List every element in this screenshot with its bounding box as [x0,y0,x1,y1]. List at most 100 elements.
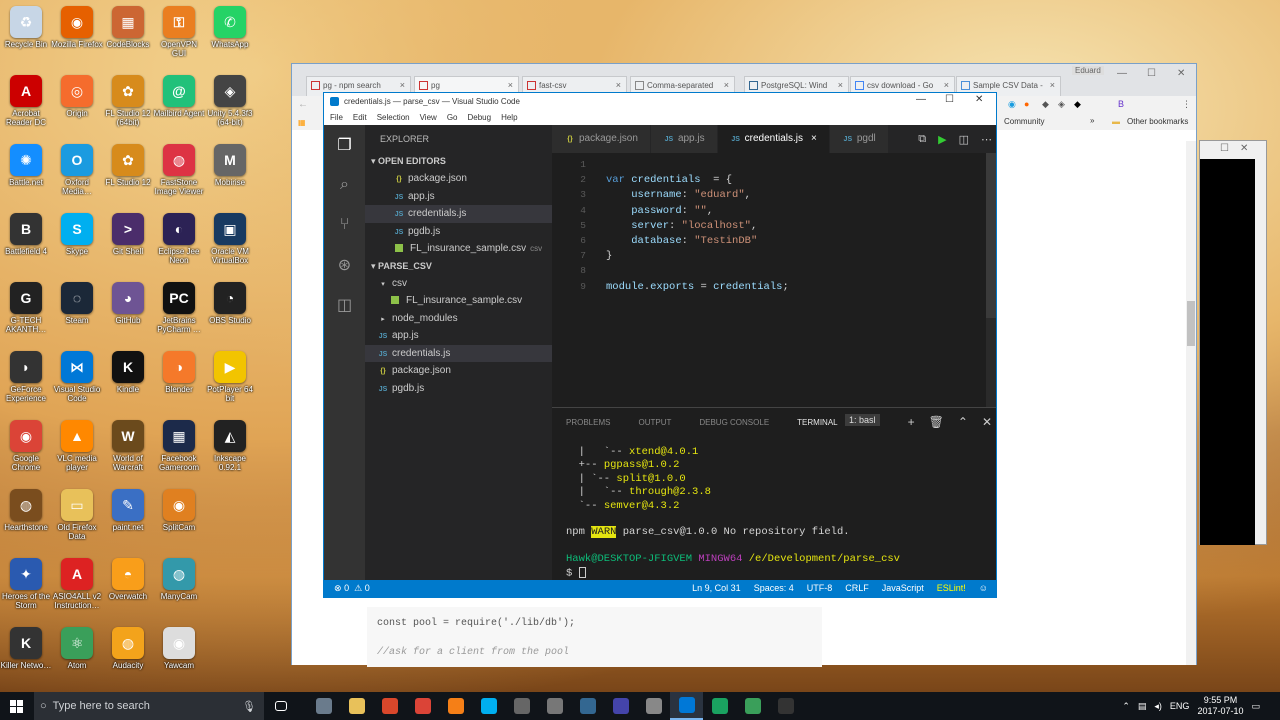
taskbar-app-icon[interactable] [604,692,637,720]
maximize-icon[interactable]: ☐ [945,94,954,105]
background-window[interactable]: ☐ ✕ [1199,140,1267,545]
desktop-icon[interactable]: ◍ FastStone Image Viewer [153,142,205,210]
open-editor-item[interactable]: JS pgdb.js [365,223,552,241]
desktop-icon[interactable]: > Git Shell [102,211,154,279]
desktop-icon[interactable]: ◐ Eclipse Jee Neon [153,211,205,279]
desktop-icon[interactable]: K Killer Netwo… [0,625,52,693]
tab-close-icon[interactable]: × [1050,80,1055,90]
apps-icon[interactable]: ▦ [298,118,306,127]
taskbar-app-icon[interactable] [736,692,769,720]
desktop-icon[interactable]: G G-TECH AKANTH… [0,280,52,348]
tree-item[interactable]: JS pgdb.js [365,380,552,398]
close-icon[interactable]: × [811,133,817,144]
desktop-icon[interactable]: ♻ Recycle Bin [0,4,52,72]
desktop-icon[interactable]: ▣ Oracle VM VirtualBox [204,211,256,279]
more-icon[interactable]: ⋯ [981,133,992,146]
desktop-icon[interactable]: W World of Warcraft [102,418,154,486]
chevron-up-icon[interactable]: ⌃ [1122,701,1130,712]
extensions-icon[interactable]: ◫ [324,285,365,325]
feedback-icon[interactable]: ☺ [979,583,988,593]
bookmark-community[interactable]: Community [1004,117,1044,126]
desktop-icon[interactable]: ◍ Hearthstone [0,487,52,555]
desktop-icon[interactable]: ▲ VLC media player [51,418,103,486]
desktop-icon[interactable]: ◌ Steam [51,280,103,348]
desktop-icon[interactable]: ▦ CodeBlocks [102,4,154,72]
minimize-icon[interactable]: — [1117,68,1127,79]
tree-item[interactable]: JS credentials.js [365,344,552,362]
tab-close-icon[interactable]: × [944,80,949,90]
extension-icon[interactable]: ◆ [1042,99,1049,110]
desktop-icon[interactable]: O Oxford Media… [51,142,103,210]
desktop-icon[interactable]: ◭ Inkscape 0.92.1 [204,418,256,486]
tree-item[interactable]: FL_insurance_sample.csv [365,292,552,310]
editor-tab[interactable]: JS pgdl [829,125,889,153]
menu-edit[interactable]: Edit [353,113,367,122]
taskbar-app-icon[interactable] [769,692,802,720]
desktop-icon[interactable]: ◑ Blender [153,349,205,417]
trash-icon[interactable]: 🗑 [929,415,944,429]
desktop-icon[interactable]: K Kindle [102,349,154,417]
line-ending[interactable]: CRLF [845,583,869,593]
desktop-icon[interactable]: ◉ Mozilla Firefox [51,4,103,72]
explorer-icon[interactable]: ❐ [324,125,365,165]
desktop-icon[interactable]: ▦ Facebook Gameroom [153,418,205,486]
back-icon[interactable]: ← [298,99,308,110]
desktop-icon[interactable]: ✎ paint.net [102,487,154,555]
menu-view[interactable]: View [420,113,437,122]
taskbar-app-icon[interactable] [571,692,604,720]
run-icon[interactable]: ▶ [938,133,946,146]
search-icon[interactable]: ⌕ [324,165,365,205]
taskbar-search[interactable]: ○ Type here to search 🎙 [34,692,264,720]
desktop-icon[interactable]: ✿ FL Studio 12 [102,142,154,210]
page-scrollbar[interactable] [1186,141,1196,665]
start-button[interactable] [0,692,32,720]
open-editor-item[interactable]: {} package.json [365,170,552,188]
desktop-icon[interactable]: ✆ WhatsApp [204,4,256,72]
editor-tab[interactable]: {} package.json [552,125,651,153]
close-icon[interactable]: ✕ [975,94,983,105]
indentation[interactable]: Spaces: 4 [754,583,794,593]
code-editor[interactable]: 1 2 var credentials = {3 username: "eduard… [552,153,996,407]
desktop-icon[interactable]: ⚛ Atom [51,625,103,693]
menu-go[interactable]: Go [447,113,458,122]
project-header[interactable]: ▾ PARSE_CSV [365,258,552,275]
desktop-icon[interactable]: ◔ OBS Studio [204,280,256,348]
editor-tab[interactable]: JS credentials.js × [717,125,830,153]
panel-tab-problems[interactable]: PROBLEMS [552,418,624,427]
eslint-status[interactable]: ESLint! [937,583,966,593]
chevron-up-icon[interactable]: ⌃ [958,415,968,429]
taskbar-app-icon[interactable] [340,692,373,720]
panel-tab-debug-console[interactable]: DEBUG CONSOLE [685,418,783,427]
scrollbar-thumb[interactable] [986,153,996,318]
open-editor-item[interactable]: JS credentials.js [365,205,552,223]
tree-item[interactable]: ▸ node_modules [365,310,552,328]
desktop-icon[interactable]: ◉ Yawcam [153,625,205,693]
open-editors-header[interactable]: ▾ OPEN EDITORS [365,153,552,170]
desktop-icon[interactable]: ◈ Unity 5.4.3f3 (64-bit) [204,73,256,141]
desktop-icon[interactable]: ◍ Audacity [102,625,154,693]
desktop-icon[interactable]: A Acrobat Reader DC [0,73,52,141]
desktop-icon[interactable]: ◉ Google Chrome [0,418,52,486]
close-icon[interactable]: ✕ [982,415,992,429]
desktop-icon[interactable]: @ Mailbird Agent [153,73,205,141]
editor-scrollbar[interactable] [986,153,996,407]
taskbar-app-icon[interactable] [538,692,571,720]
problems-indicator[interactable]: ⊗ 0 ⚠ 0 [334,583,370,594]
menu-icon[interactable]: ⋮ [1182,99,1191,110]
taskbar-app-icon[interactable] [439,692,472,720]
bookmark-other[interactable]: Other bookmarks [1127,117,1188,126]
desktop-icon[interactable]: ◗ GeForce Experience [0,349,52,417]
desktop-icon[interactable]: PC JetBrains PyCharm … [153,280,205,348]
language-indicator[interactable]: ENG [1170,701,1190,711]
language-mode[interactable]: JavaScript [882,583,924,593]
terminal-output[interactable]: | `-- xtend@4.0.1 +-- pgpass@1.0.2 | `--… [566,446,900,580]
desktop-icon[interactable]: ▭ Old Firefox Data [51,487,103,555]
close-icon[interactable]: ✕ [1177,68,1185,79]
debug-icon[interactable]: ⊛ [324,245,365,285]
desktop-icon[interactable]: ◉ SplitCam [153,487,205,555]
desktop-icon[interactable]: S Skype [51,211,103,279]
tab-close-icon[interactable]: × [724,80,729,90]
desktop-icon[interactable]: ✿ FL Studio 12 (64bit) [102,73,154,141]
clock[interactable]: 9:55 PM 2017-07-10 [1197,695,1243,717]
terminal-selector[interactable]: 1: basl [845,414,880,426]
